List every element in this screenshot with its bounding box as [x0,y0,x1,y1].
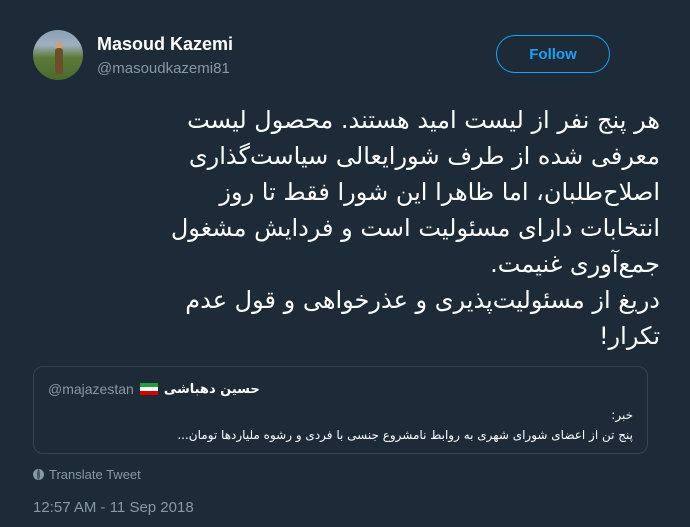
quoted-author-handle: @majazestan [48,381,134,397]
globe-icon [33,469,44,480]
tweet-timestamp[interactable]: 12:57 AM - 11 Sep 2018 [33,499,194,516]
quoted-tweet-text: خبر: پنج تن از اعضای شورای شهری به روابط… [177,408,633,442]
quoted-author-name: حسین دهباشی [163,381,260,397]
iran-flag-icon [139,383,158,395]
translate-label: Translate Tweet [49,467,141,482]
avatar-figure [55,48,63,74]
avatar[interactable] [33,30,83,80]
quoted-tweet[interactable]: @majazestan حسین دهباشی خبر: پنج تن از ا… [33,366,648,454]
author-name[interactable]: Masoud Kazemi [97,34,233,55]
quoted-tweet-header: @majazestan حسین دهباشی [48,381,488,397]
tweet-text: هر پنج نفر از لیست امید هستند. محصول لیس… [170,106,660,350]
author-handle[interactable]: @masoudkazemi81 [97,60,230,77]
follow-button[interactable]: Follow [496,35,610,73]
translate-tweet-link[interactable]: Translate Tweet [33,467,141,482]
